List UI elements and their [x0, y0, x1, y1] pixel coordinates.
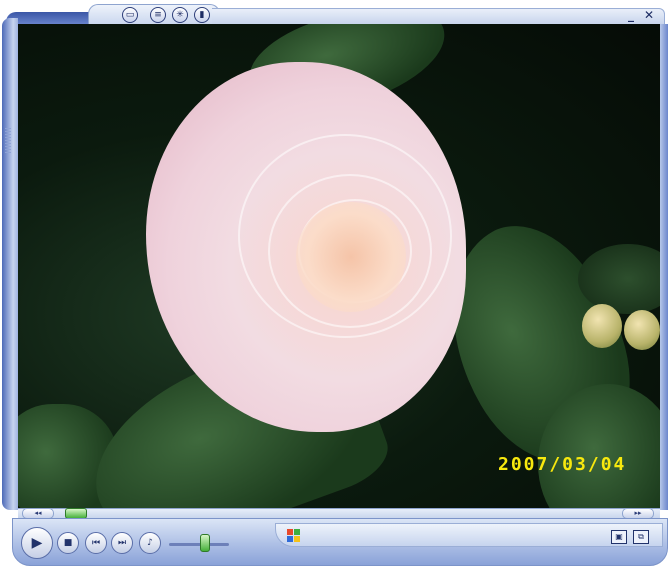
right-frame-rail: [660, 24, 668, 510]
video-display[interactable]: 2007/03/04: [18, 24, 660, 508]
equalizer-icon[interactable]: ▮: [194, 7, 210, 23]
flower-center: [296, 202, 406, 312]
volume-thumb[interactable]: [200, 534, 210, 552]
fullscreen-icon[interactable]: ▣: [611, 530, 627, 544]
next-icon[interactable]: ⏭: [111, 532, 133, 554]
stop-icon[interactable]: ■: [57, 532, 79, 554]
photo-timestamp: 2007/03/04: [498, 454, 627, 475]
visualization-icon[interactable]: ✳: [172, 7, 188, 23]
compact-mode-icon[interactable]: ⧉: [633, 530, 649, 544]
windows-logo-icon: [287, 529, 301, 543]
speaker-icon[interactable]: ♪: [139, 532, 161, 554]
flower-bud: [582, 304, 622, 348]
volume-slider[interactable]: [169, 543, 229, 546]
resize-grip-icon[interactable]: [5, 128, 11, 154]
status-panel: [275, 523, 663, 547]
flower-bud: [624, 310, 660, 350]
transport-controls: ▶ ■ ⏮ ⏭ ♪ ▣ ⧉: [12, 518, 668, 566]
list-icon[interactable]: ≡: [150, 7, 166, 23]
left-frame-rail: [2, 18, 18, 510]
media-player-window: ▭ ≡ ✳ ▮ _ ✕ 2007/03/04 ◂◂ ▸▸ ▶ ■ ⏮ ⏭ ♪ ▣…: [2, 2, 668, 568]
close-icon[interactable]: ✕: [642, 8, 656, 22]
title-bar: ▭ ≡ ✳ ▮ _ ✕: [2, 2, 668, 26]
previous-icon[interactable]: ⏮: [85, 532, 107, 554]
minimize-icon[interactable]: _: [624, 8, 638, 22]
play-icon[interactable]: ▶: [21, 527, 53, 559]
folder-icon[interactable]: ▭: [122, 7, 138, 23]
